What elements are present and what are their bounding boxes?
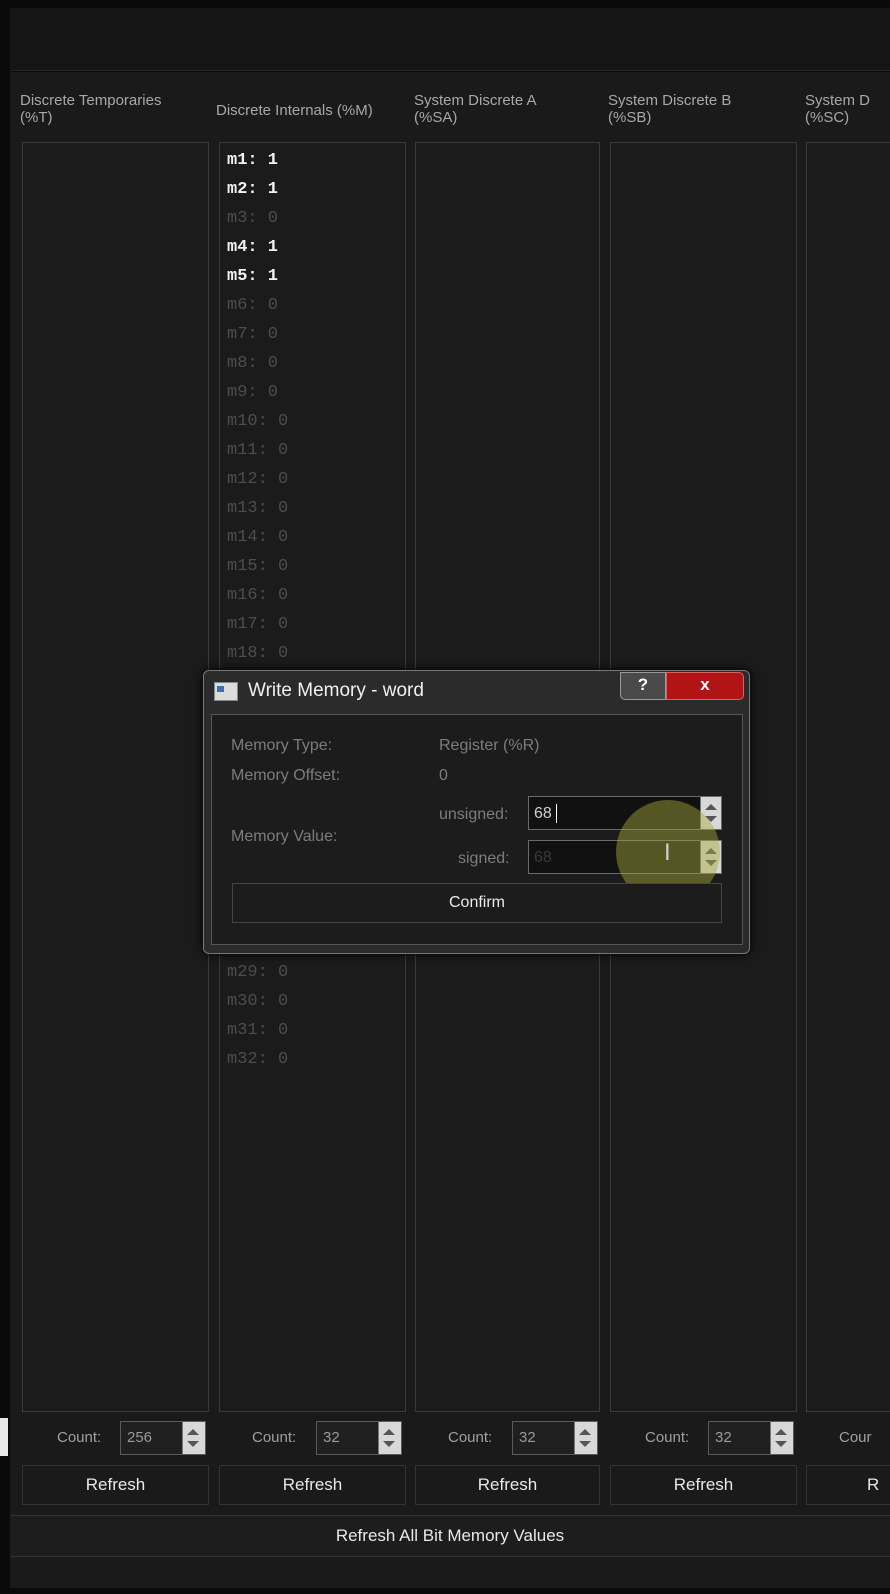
list-item[interactable]: m9: 0 bbox=[220, 378, 405, 407]
list-item[interactable]: m16: 0 bbox=[220, 581, 405, 610]
list-item[interactable]: m6: 0 bbox=[220, 291, 405, 320]
window-icon bbox=[214, 682, 238, 701]
list-item[interactable]: m17: 0 bbox=[220, 610, 405, 639]
list-item[interactable]: m10: 0 bbox=[220, 407, 405, 436]
list-item[interactable]: m18: 0 bbox=[220, 639, 405, 668]
spin-buttons[interactable] bbox=[574, 1422, 597, 1454]
close-icon: x bbox=[700, 675, 710, 694]
dialog-title: Write Memory - word bbox=[248, 680, 424, 701]
spin-up-icon[interactable] bbox=[187, 1429, 199, 1435]
help-button[interactable]: ? bbox=[620, 672, 666, 700]
refresh-button-sa[interactable]: Refresh bbox=[415, 1465, 600, 1505]
count-value: 32 bbox=[323, 1429, 340, 1446]
list-item[interactable]: m7: 0 bbox=[220, 320, 405, 349]
list-item[interactable]: m15: 0 bbox=[220, 552, 405, 581]
list-item[interactable]: m30: 0 bbox=[220, 987, 405, 1016]
memory-type-label: Memory Type: bbox=[231, 737, 333, 754]
memory-offset-label: Memory Offset: bbox=[231, 767, 341, 784]
column-header-t: Discrete Temporaries (%T) bbox=[20, 92, 162, 126]
spin-down-icon[interactable] bbox=[383, 1441, 395, 1447]
column-header-sc: System D (%SC) bbox=[805, 92, 871, 126]
list-item[interactable]: m12: 0 bbox=[220, 465, 405, 494]
count-label: Count: bbox=[645, 1429, 690, 1446]
spin-down-icon[interactable] bbox=[579, 1441, 591, 1447]
unsigned-label: unsigned: bbox=[439, 806, 509, 823]
list-item[interactable]: m13: 0 bbox=[220, 494, 405, 523]
list-discrete-temporaries[interactable] bbox=[22, 142, 209, 1412]
list-item[interactable]: m31: 0 bbox=[220, 1016, 405, 1045]
list-item[interactable]: m11: 0 bbox=[220, 436, 405, 465]
column-header-sa: System Discrete A (%SA) bbox=[414, 92, 537, 126]
help-icon: ? bbox=[637, 675, 649, 694]
spin-up-icon[interactable] bbox=[705, 804, 717, 810]
text-cursor-icon: I bbox=[664, 839, 671, 866]
spin-buttons[interactable] bbox=[770, 1422, 793, 1454]
spin-up-icon[interactable] bbox=[775, 1429, 787, 1435]
signed-label: signed: bbox=[458, 850, 510, 867]
count-row-sb: Count: 32 bbox=[610, 1421, 797, 1457]
count-label: Count: bbox=[448, 1429, 493, 1446]
dialog-body: Memory Type: Register (%R) Memory Offset… bbox=[211, 714, 743, 945]
list-item[interactable]: m14: 0 bbox=[220, 523, 405, 552]
window-edge bbox=[0, 1418, 8, 1456]
list-item[interactable]: m3: 0 bbox=[220, 204, 405, 233]
refresh-all-button[interactable]: Refresh All Bit Memory Values bbox=[10, 1515, 890, 1557]
refresh-button-sb[interactable]: Refresh bbox=[610, 1465, 797, 1505]
close-button[interactable]: x bbox=[666, 672, 744, 700]
count-row-sa: Count: 32 bbox=[415, 1421, 600, 1457]
count-value: 256 bbox=[127, 1429, 153, 1446]
spin-buttons[interactable] bbox=[378, 1422, 401, 1454]
refresh-button-sc[interactable]: R bbox=[806, 1465, 890, 1505]
column-header-m: Discrete Internals (%M) bbox=[216, 102, 373, 119]
unsigned-value: 68 bbox=[534, 805, 552, 822]
count-value: 32 bbox=[519, 1429, 536, 1446]
count-row-t: Count: 256 bbox=[22, 1421, 209, 1457]
spin-up-icon[interactable] bbox=[383, 1429, 395, 1435]
count-spinbox[interactable]: 32 bbox=[512, 1421, 598, 1455]
count-spinbox[interactable]: 32 bbox=[316, 1421, 402, 1455]
list-item[interactable]: m32: 0 bbox=[220, 1045, 405, 1074]
memory-type-value: Register (%R) bbox=[439, 737, 540, 754]
spin-down-icon[interactable] bbox=[775, 1441, 787, 1447]
list-system-discrete-c[interactable] bbox=[806, 142, 890, 1412]
refresh-button-m[interactable]: Refresh bbox=[219, 1465, 406, 1505]
list-item[interactable]: m2: 1 bbox=[220, 175, 405, 204]
count-spinbox[interactable]: 32 bbox=[708, 1421, 794, 1455]
count-row-sc: Cour bbox=[806, 1421, 890, 1457]
count-value: 32 bbox=[715, 1429, 732, 1446]
list-item[interactable]: m29: 0 bbox=[220, 958, 405, 987]
text-caret bbox=[556, 804, 557, 823]
count-label: Count: bbox=[252, 1429, 297, 1446]
confirm-button[interactable]: Confirm bbox=[232, 883, 722, 923]
list-item[interactable]: m4: 1 bbox=[220, 233, 405, 262]
count-label: Count: bbox=[57, 1429, 102, 1446]
count-label: Cour bbox=[839, 1429, 872, 1446]
spin-up-icon[interactable] bbox=[579, 1429, 591, 1435]
spin-down-icon[interactable] bbox=[187, 1441, 199, 1447]
list-item[interactable]: m1: 1 bbox=[220, 146, 405, 175]
top-toolbar bbox=[10, 8, 890, 71]
write-memory-dialog: Write Memory - word ? x Memory Type: Reg… bbox=[203, 670, 750, 954]
spin-buttons[interactable] bbox=[182, 1422, 205, 1454]
count-spinbox[interactable]: 256 bbox=[120, 1421, 206, 1455]
signed-value: 68 bbox=[534, 849, 552, 866]
list-item[interactable]: m5: 1 bbox=[220, 262, 405, 291]
memory-value-label: Memory Value: bbox=[231, 828, 338, 845]
refresh-button-t[interactable]: Refresh bbox=[22, 1465, 209, 1505]
column-header-sb: System Discrete B (%SB) bbox=[608, 92, 732, 126]
memory-offset-value: 0 bbox=[439, 767, 448, 784]
count-row-m: Count: 32 bbox=[219, 1421, 406, 1457]
list-item[interactable]: m8: 0 bbox=[220, 349, 405, 378]
